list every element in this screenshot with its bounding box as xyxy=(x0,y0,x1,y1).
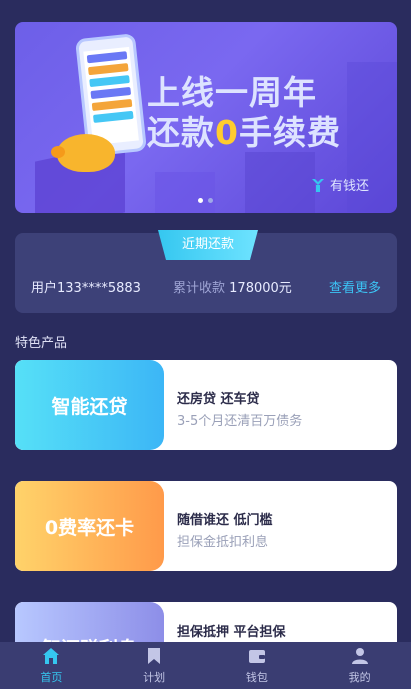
tab-label: 计划 xyxy=(143,671,166,684)
view-more-link[interactable]: 查看更多 xyxy=(329,277,381,296)
section-title: 特色产品 xyxy=(15,336,68,351)
product-description: 担保金抵扣利息 xyxy=(177,535,269,550)
promo-banner[interactable]: 上线一周年 还款0手续费 有钱还 xyxy=(15,22,397,213)
product-headline: 还房贷 还车贷 xyxy=(177,392,260,407)
banner-decoration xyxy=(245,152,315,213)
tab-label: 首页 xyxy=(40,671,63,684)
bookmark-icon xyxy=(148,648,161,664)
status-bar xyxy=(0,0,411,22)
piggy-bank-illustration xyxy=(51,134,115,172)
recent-repayment-tab: 近期还款 xyxy=(158,230,258,260)
repayment-total: 累计收款 178000元 xyxy=(173,281,292,296)
carousel-dot[interactable] xyxy=(208,198,213,203)
product-name: 0费率还卡 xyxy=(15,481,164,571)
carousel-dot-active[interactable] xyxy=(198,198,203,203)
banner-decoration xyxy=(155,172,215,213)
tab-plan[interactable]: 计划 xyxy=(103,642,206,689)
product-headline: 随借谁还 低门槛 xyxy=(177,513,273,528)
brand-logo: 有钱还 xyxy=(310,175,369,194)
wallet-icon xyxy=(248,650,265,663)
bottom-tab-bar: 首页 计划 钱包 我的 xyxy=(0,642,411,689)
product-description: 3-5个月还清百万债务 xyxy=(177,414,303,429)
banner-title-line2: 还款0手续费 xyxy=(147,113,341,152)
tab-wallet[interactable]: 钱包 xyxy=(206,642,309,689)
user-icon xyxy=(351,648,368,664)
product-card[interactable]: 0费率还卡 随借谁还 低门槛 担保金抵扣利息 xyxy=(15,481,397,571)
product-name: 智能还贷 xyxy=(15,360,164,450)
banner-title-line1: 上线一周年 xyxy=(147,73,317,112)
recent-repayment-panel: 近期还款 用户133****5883 累计收款 178000元 查看更多 xyxy=(15,230,397,313)
product-headline: 担保抵押 平台担保 xyxy=(177,625,286,640)
home-icon xyxy=(43,648,60,664)
tab-profile[interactable]: 我的 xyxy=(308,642,411,689)
repayment-user: 用户133****5883 xyxy=(31,281,141,296)
carousel-dots[interactable] xyxy=(198,198,213,203)
tab-label: 我的 xyxy=(348,671,371,684)
brand-name: 有钱还 xyxy=(329,179,369,194)
tab-home[interactable]: 首页 xyxy=(0,642,103,689)
product-card[interactable]: 智能还贷 还房贷 还车贷 3-5个月还清百万债务 xyxy=(15,360,397,450)
brand-icon xyxy=(311,178,324,192)
tab-label: 钱包 xyxy=(245,671,268,684)
